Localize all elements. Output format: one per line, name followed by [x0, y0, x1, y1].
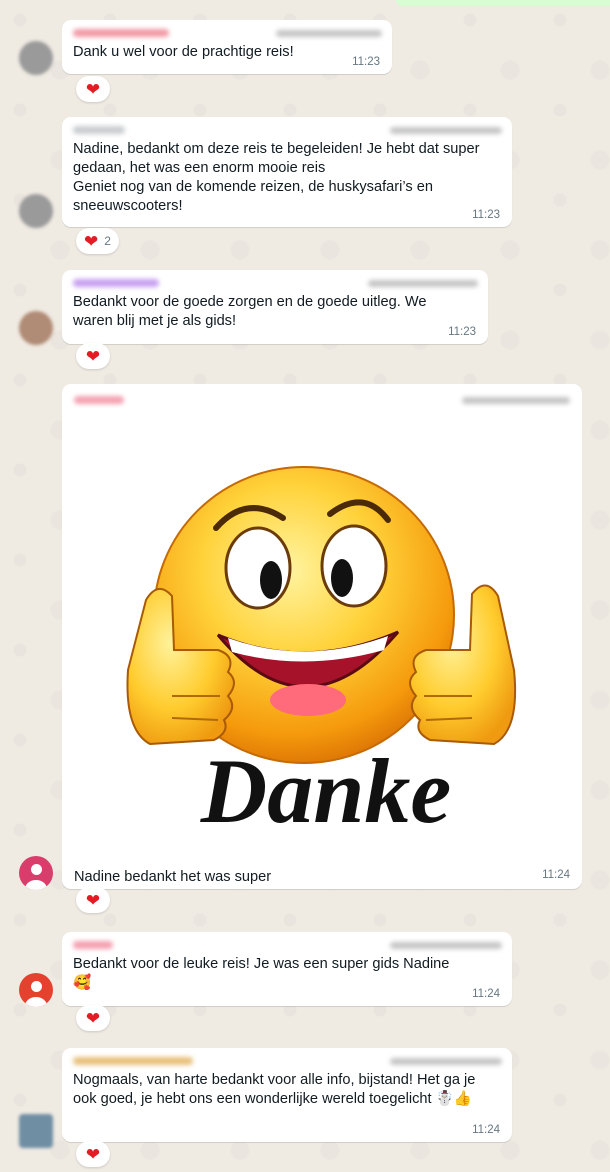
message-time: 11:23: [352, 56, 380, 68]
image-text: Danke: [200, 740, 451, 842]
sender-name: [73, 1057, 193, 1065]
message-time: 11:24: [472, 988, 500, 1000]
message-bubble[interactable]: Nadine, bedankt om deze reis te begeleid…: [62, 117, 512, 227]
image-message-bubble[interactable]: Danke Nadine bedankt het was super 11:24: [62, 384, 582, 889]
message-bubble[interactable]: Dank u wel voor de prachtige reis! 11:23: [62, 20, 392, 74]
sender-phone: [368, 279, 478, 287]
message-bubble[interactable]: Nogmaals, van harte bedankt voor alle in…: [62, 1048, 512, 1142]
reaction-badge[interactable]: ❤: [76, 1005, 110, 1031]
reaction-badge[interactable]: ❤: [76, 76, 110, 102]
sender-name: [73, 29, 169, 37]
message-time: 11:23: [448, 326, 476, 338]
avatar[interactable]: [19, 311, 53, 345]
message-text: Nadine, bedankt om deze reis te begeleid…: [73, 141, 480, 214]
message-text: Bedankt voor de goede zorgen en de goede…: [73, 294, 427, 329]
sender-name: [73, 941, 113, 949]
outgoing-bubble-edge: [396, 0, 610, 6]
heart-icon: ❤: [85, 1144, 101, 1164]
heart-icon: ❤: [85, 1008, 101, 1028]
sender-phone: [390, 1057, 502, 1065]
heart-icon: ❤: [85, 79, 101, 99]
avatar[interactable]: [19, 856, 53, 890]
message-text: Dank u wel voor de prachtige reis!: [73, 44, 294, 60]
message-text: Nogmaals, van harte bedankt voor alle in…: [73, 1072, 476, 1107]
reaction-count: 2: [104, 234, 111, 248]
message-time: 11:24: [472, 1124, 500, 1136]
sender-name: [74, 396, 124, 404]
sender-phone: [276, 29, 382, 37]
sender-phone: [390, 941, 502, 949]
heart-icon: ❤: [85, 346, 101, 366]
message-time: 11:24: [542, 869, 570, 881]
sender-name: [73, 279, 159, 287]
message-time: 11:23: [472, 209, 500, 221]
avatar[interactable]: [19, 973, 53, 1007]
sender-phone: [462, 396, 570, 404]
message-text: Bedankt voor de leuke reis! Je was een s…: [73, 956, 450, 991]
avatar[interactable]: [19, 41, 53, 75]
message-bubble[interactable]: Bedankt voor de leuke reis! Je was een s…: [62, 932, 512, 1006]
reaction-badge[interactable]: ❤: [76, 343, 110, 369]
reaction-badge[interactable]: ❤: [76, 887, 110, 913]
reaction-badge[interactable]: ❤: [76, 1141, 110, 1167]
reaction-badge[interactable]: ❤ 2: [76, 228, 119, 254]
avatar[interactable]: [19, 194, 53, 228]
avatar[interactable]: [19, 1114, 53, 1148]
sender-phone: [390, 126, 502, 134]
heart-icon: ❤: [84, 231, 99, 251]
message-bubble[interactable]: Bedankt voor de goede zorgen en de goede…: [62, 270, 488, 344]
smiley-illustration: Danke: [126, 466, 517, 842]
smiley-thumbs-up-image[interactable]: Danke: [68, 410, 576, 860]
heart-icon: ❤: [85, 890, 101, 910]
sender-name: [73, 126, 125, 134]
image-caption: Nadine bedankt het was super: [74, 869, 272, 885]
